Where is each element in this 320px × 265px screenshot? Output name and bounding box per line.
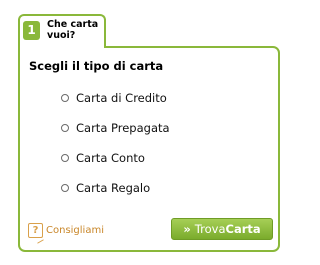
- button-label-suffix: Carta: [225, 222, 261, 236]
- radio-button[interactable]: [61, 154, 69, 162]
- option-carta-di-credito[interactable]: Carta di Credito: [61, 83, 170, 113]
- trova-carta-button[interactable]: » Trova Carta: [171, 218, 273, 240]
- consigliami-link[interactable]: ? Consigliami: [28, 223, 104, 238]
- step-number-badge: 1: [23, 21, 40, 40]
- panel-heading: Scegli il tipo di carta: [29, 59, 164, 73]
- radio-button[interactable]: [61, 94, 69, 102]
- option-label: Carta Conto: [76, 151, 145, 165]
- option-carta-prepagata[interactable]: Carta Prepagata: [61, 113, 170, 143]
- card-selector-panel: Scegli il tipo di carta Carta di Credito…: [18, 46, 280, 252]
- option-carta-conto[interactable]: Carta Conto: [61, 143, 170, 173]
- option-label: Carta Regalo: [76, 181, 151, 195]
- radio-button[interactable]: [61, 184, 69, 192]
- step-tab: 1 Che carta vuoi?: [18, 14, 106, 48]
- button-label-prefix: Trova: [194, 222, 226, 236]
- card-type-options: Carta di Credito Carta Prepagata Carta C…: [61, 83, 170, 203]
- question-mark-icon: ?: [28, 223, 43, 238]
- option-carta-regalo[interactable]: Carta Regalo: [61, 173, 170, 203]
- tab-title: Che carta vuoi?: [47, 19, 99, 41]
- double-chevron-right-icon: »: [183, 222, 191, 236]
- consigliami-label: Consigliami: [46, 225, 104, 236]
- radio-button[interactable]: [61, 124, 69, 132]
- option-label: Carta Prepagata: [76, 121, 170, 135]
- option-label: Carta di Credito: [76, 91, 167, 105]
